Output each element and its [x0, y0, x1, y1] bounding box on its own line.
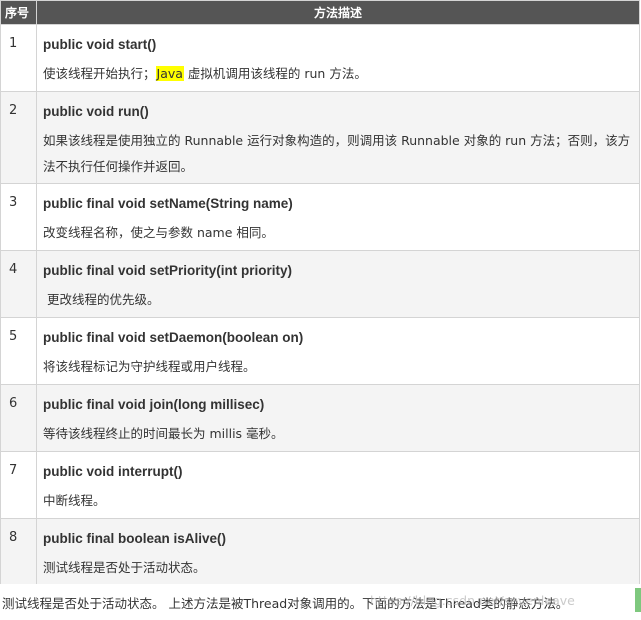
row-index: 1: [0, 24, 37, 92]
desc-text: 虚拟机调用该线程的 run 方法。: [183, 66, 367, 81]
method-description: 使该线程开始执行；Java 虚拟机调用该线程的 run 方法。: [43, 61, 631, 87]
method-signature: public final boolean isAlive(): [43, 531, 227, 546]
method-signature: public void start(): [43, 37, 157, 52]
table-header-row: 序号 方法描述: [0, 0, 640, 25]
row-description: public final void setDaemon(boolean on) …: [36, 317, 640, 385]
row-index: 3: [0, 183, 37, 251]
row-index: 8: [0, 518, 37, 586]
method-description: 等待该线程终止的时间最长为 millis 毫秒。: [43, 426, 284, 441]
method-signature: public final void setPriority(int priori…: [43, 263, 293, 278]
thread-methods-table: 序号 方法描述 1 public void start() 使该线程开始执行；J…: [0, 0, 640, 586]
table-row: 5 public final void setDaemon(boolean on…: [0, 317, 640, 385]
method-description: 如果该线程是使用独立的 Runnable 运行对象构造的，则调用该 Runnab…: [43, 133, 631, 174]
method-signature: public void interrupt(): [43, 464, 183, 479]
table-row: 8 public final boolean isAlive() 测试线程是否处…: [0, 518, 640, 586]
row-index: 5: [0, 317, 37, 385]
side-accent-bar: [635, 588, 641, 612]
row-index: 4: [0, 250, 37, 318]
header-description: 方法描述: [36, 0, 640, 25]
method-description: 测试线程是否处于活动状态。: [43, 560, 206, 575]
page: 序号 方法描述 1 public void start() 使该线程开始执行；J…: [0, 0, 641, 620]
table-row: 7 public void interrupt() 中断线程。: [0, 451, 640, 519]
table-row: 2 public void run() 如果该线程是使用独立的 Runnable…: [0, 91, 640, 184]
row-description: public final void join(long millisec) 等待…: [36, 384, 640, 452]
row-index: 7: [0, 451, 37, 519]
desc-text: 使该线程开始执行；: [43, 66, 156, 81]
method-signature: public final void join(long millisec): [43, 397, 265, 412]
header-index: 序号: [0, 0, 37, 25]
row-index: 6: [0, 384, 37, 452]
row-description: public void interrupt() 中断线程。: [36, 451, 640, 519]
row-description: public void start() 使该线程开始执行；Java 虚拟机调用该…: [36, 24, 640, 92]
table-row: 6 public final void join(long millisec) …: [0, 384, 640, 452]
table-row: 3 public final void setName(String name)…: [0, 183, 640, 251]
method-description: 将该线程标记为守护线程或用户线程。: [43, 359, 256, 374]
row-description: public final void setPriority(int priori…: [36, 250, 640, 318]
method-signature: public void run(): [43, 104, 149, 119]
row-description: public final void setName(String name) 改…: [36, 183, 640, 251]
method-signature: public final void setDaemon(boolean on): [43, 330, 304, 345]
method-description: 改变线程名称，使之与参数 name 相同。: [43, 225, 274, 240]
table-row: 4 public final void setPriority(int prio…: [0, 250, 640, 318]
row-description: public void run() 如果该线程是使用独立的 Runnable 运…: [36, 91, 640, 184]
method-description: 中断线程。: [43, 493, 106, 508]
method-signature: public final void setName(String name): [43, 196, 293, 211]
footer: 测试线程是否处于活动状态。 上述方法是被Thread对象调用的。下面的方法是Th…: [0, 584, 641, 620]
row-description: public final boolean isAlive() 测试线程是否处于活…: [36, 518, 640, 586]
highlighted-keyword: Java: [155, 66, 184, 81]
method-description: 更改线程的优先级。: [43, 292, 160, 307]
row-index: 2: [0, 91, 37, 184]
table-row: 1 public void start() 使该线程开始执行；Java 虚拟机调…: [0, 24, 640, 92]
watermark: https://blog.csdn.net/sevenleave: [370, 593, 575, 608]
